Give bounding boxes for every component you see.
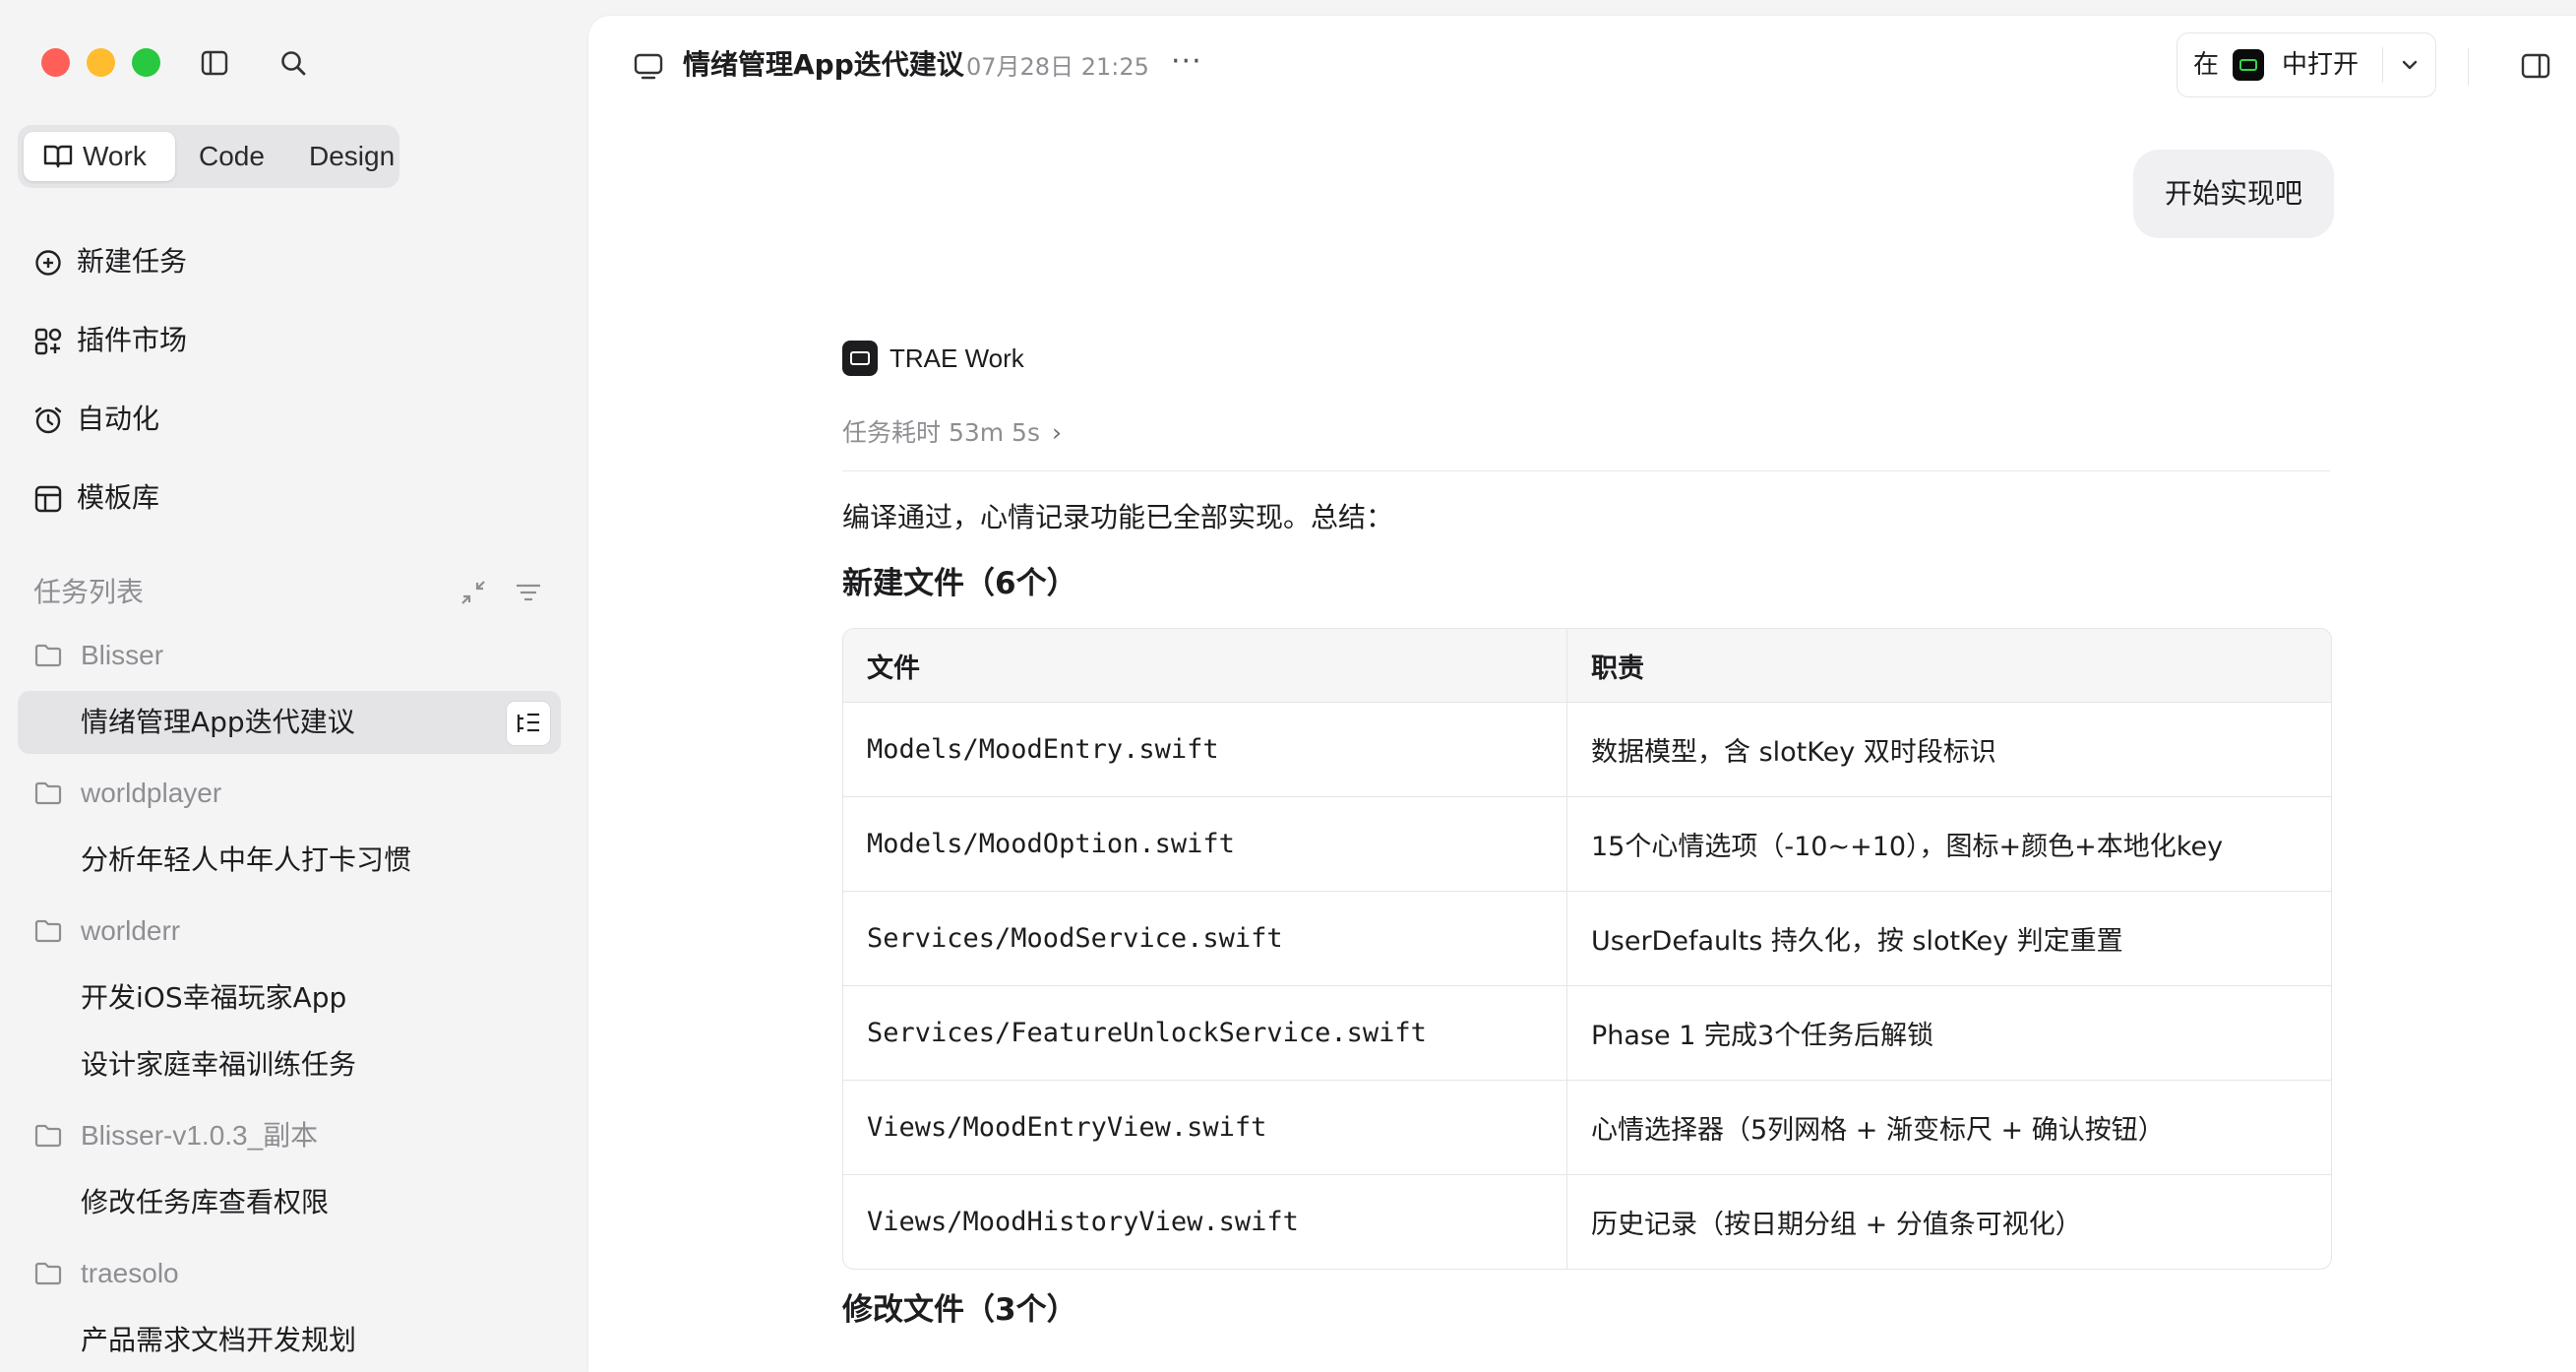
table-row: Views/MoodEntryView.swift 心情选择器（5列网格 + 渐… <box>843 1080 2331 1174</box>
template-library-icon <box>34 485 62 513</box>
open-in-suffix: 中打开 <box>2282 50 2360 80</box>
modified-files-heading: 修改文件（3个） <box>842 1292 1077 1328</box>
table-row: Models/MoodOption.swift 15个心情选项（-10~+10）… <box>843 796 2331 891</box>
sidebar-toggle-icon[interactable] <box>199 47 230 79</box>
table-cell-file: Views/MoodEntryView.swift <box>843 1081 1567 1174</box>
task-item[interactable]: 分析年轻人中年人打卡习惯 <box>81 839 411 882</box>
table-cell-file: Services/MoodService.swift <box>843 892 1567 985</box>
table-cell-duty: Phase 1 完成3个任务后解锁 <box>1591 1021 1934 1051</box>
folder-icon <box>34 1124 62 1148</box>
trae-logo-icon <box>842 341 878 376</box>
table-row: Models/MoodEntry.swift 数据模型，含 slotKey 双时… <box>843 702 2331 796</box>
automation-clock-icon <box>34 406 62 434</box>
mode-code-tab[interactable]: Code <box>185 132 278 181</box>
table-cell-duty: 数据模型，含 slotKey 双时段标识 <box>1591 737 1996 768</box>
chevron-right-icon: › <box>1052 418 1062 447</box>
new-files-table: 文件 职责 Models/MoodEntry.swift 数据模型，含 slot… <box>842 628 2332 1270</box>
folder-icon <box>34 781 62 805</box>
conversation-date: 07月28日 21:25 <box>966 53 1149 81</box>
table-cell-duty: 历史记录（按日期分组 + 分值条可视化） <box>1591 1210 2082 1240</box>
agent-name: TRAE Work <box>889 343 1024 373</box>
user-message-bubble: 开始实现吧 <box>2133 150 2335 238</box>
summary-text: 编译通过，心情记录功能已全部实现。总结： <box>842 501 1394 533</box>
table-cell-duty: UserDefaults 持久化，按 slotKey 判定重置 <box>1591 926 2123 957</box>
search-icon[interactable] <box>277 47 309 79</box>
task-outline-button[interactable] <box>506 701 551 746</box>
new-task-icon <box>35 250 61 276</box>
task-duration-text: 任务耗时 53m 5s <box>842 418 1040 447</box>
mode-design-tab[interactable]: Design <box>295 132 408 181</box>
table-cell-duty: 15个心情选项（-10~+10），图标+颜色+本地化key <box>1591 832 2224 862</box>
table-header-row: 文件 职责 <box>843 629 2331 702</box>
task-item[interactable]: 修改任务库查看权限 <box>81 1181 329 1224</box>
folder-icon <box>34 644 62 667</box>
table-header-duty: 职责 <box>1591 653 1644 684</box>
table-cell-file: Services/FeatureUnlockService.swift <box>843 986 1567 1080</box>
task-item[interactable]: 设计家庭幸福训练任务 <box>81 1043 356 1087</box>
folder-icon <box>34 919 62 943</box>
sidebar: Work Code Design 新建任务 插件市场 自动化 模板库 任务列表 … <box>0 0 588 1372</box>
table-header-file: 文件 <box>843 629 1567 702</box>
conversation-title: 情绪管理App迭代建议 <box>683 48 964 81</box>
open-in-prefix: 在 <box>2193 50 2220 80</box>
window-close-button[interactable] <box>41 48 70 77</box>
right-panel-toggle-icon[interactable] <box>2519 49 2552 83</box>
open-in-separator <box>2382 47 2383 83</box>
chat-icon <box>634 53 663 80</box>
table-row: Services/FeatureUnlockService.swift Phas… <box>843 985 2331 1080</box>
window-zoom-button[interactable] <box>132 48 160 77</box>
chevron-down-icon[interactable] <box>2396 51 2423 79</box>
plugin-market-icon <box>34 328 62 355</box>
conversation-panel: 情绪管理App迭代建议 07月28日 21:25 ··· 在 中打开 开始实现吧… <box>588 16 2576 1372</box>
task-list-title: 任务列表 <box>33 576 145 608</box>
window-minimize-button[interactable] <box>87 48 115 77</box>
mode-switcher: Work Code Design <box>18 125 399 188</box>
task-item[interactable]: 开发iOS幸福玩家App <box>81 976 346 1020</box>
task-item-selected[interactable]: 情绪管理App迭代建议 <box>18 691 561 754</box>
task-item[interactable]: 产品需求文档开发规划 <box>81 1319 356 1362</box>
mode-work-tab[interactable]: Work <box>24 132 175 181</box>
table-cell-file: Models/MoodOption.swift <box>843 797 1567 891</box>
more-options-button[interactable]: ··· <box>1171 45 1202 79</box>
filter-icon[interactable] <box>513 577 544 608</box>
table-row: Services/MoodService.swift UserDefaults … <box>843 891 2331 985</box>
header-divider <box>2468 48 2469 86</box>
table-cell-file: Models/MoodEntry.swift <box>843 703 1567 796</box>
table-row: Views/MoodHistoryView.swift 历史记录（按日期分组 +… <box>843 1174 2331 1269</box>
content-divider <box>842 470 2330 471</box>
outline-list-icon <box>517 713 539 732</box>
folder-icon <box>34 1262 62 1285</box>
new-files-heading: 新建文件（6个） <box>842 566 1077 601</box>
open-in-button[interactable]: 在 中打开 <box>2177 32 2436 97</box>
table-cell-duty: 心情选择器（5列网格 + 渐变标尺 + 确认按钮） <box>1591 1115 2165 1146</box>
task-duration-toggle[interactable]: 任务耗时 53m 5s › <box>842 413 1062 453</box>
book-icon <box>43 145 73 168</box>
collapse-icon[interactable] <box>458 577 489 608</box>
table-cell-file: Views/MoodHistoryView.swift <box>843 1175 1567 1269</box>
terminal-app-icon <box>2233 49 2264 81</box>
